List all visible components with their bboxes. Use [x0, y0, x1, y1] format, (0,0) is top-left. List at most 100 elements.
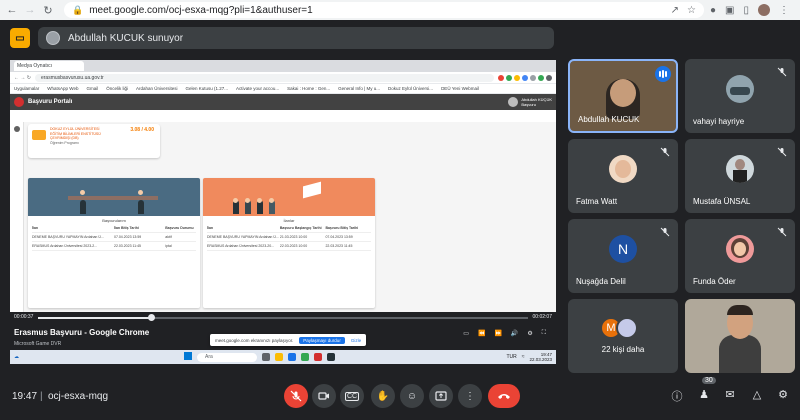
profile-avatar[interactable] — [758, 4, 771, 16]
stop-sharing-button[interactable]: Paylaşmayı durdur — [299, 336, 345, 344]
participant-tile[interactable]: Funda Öder — [685, 219, 795, 293]
participant-tile[interactable] — [685, 299, 795, 373]
chrome-icon[interactable] — [301, 353, 309, 361]
elapsed-time: 00:00:37 — [14, 314, 34, 320]
explorer-icon[interactable] — [275, 353, 283, 361]
more-vert-icon: ⋮ — [465, 390, 475, 402]
video-subtitle: Microsoft Game DVR — [14, 341, 62, 347]
captions-icon: CC — [344, 391, 360, 401]
end-call-icon — [498, 394, 510, 399]
user-icon — [13, 126, 20, 132]
participant-name: Mustafa ÜNSAL — [693, 197, 751, 206]
camera-toggle-button[interactable] — [312, 384, 336, 408]
app-icon[interactable] — [327, 353, 335, 361]
table-row[interactable]: DENEME BAŞVURU YAPMAYIN Ardahan Ü... 07.… — [32, 233, 196, 242]
forward-icon[interactable]: → — [24, 4, 36, 16]
windows-taskbar: ☁ Ara TUR ≈ 19:47 22.03.2023 — [10, 350, 556, 364]
inner-nav-icon: ← → ↻ — [14, 74, 31, 81]
settings-icon[interactable]: ⚙ — [527, 330, 532, 337]
more-participants-tile[interactable]: M 22 kişi daha — [568, 299, 678, 373]
participant-tile[interactable]: Mustafa ÜNSAL — [685, 139, 795, 213]
mic-off-icon — [777, 227, 787, 237]
fullscreen-icon[interactable]: ⛶ — [542, 330, 546, 337]
university-logo — [32, 130, 46, 140]
miniplayer-icon[interactable]: ▭ — [463, 330, 469, 337]
participant-tile[interactable]: N Nuşağda Delil — [568, 219, 678, 293]
portal-body: DOKUZ EYLÜL ÜNİVERSİTESİ EĞİTİM BİLİMLER… — [10, 122, 556, 342]
bookmark: Sakai : Home : Gen... — [287, 86, 331, 91]
table-row[interactable]: ERASMUS Ardahan Üniversitesi 2023-2... 2… — [32, 242, 196, 251]
lock-icon[interactable]: 🔒 — [72, 5, 83, 16]
bookmark: Uygulamalar — [14, 86, 40, 91]
reload-icon[interactable]: ↻ — [42, 4, 54, 17]
bookmark: Gmail — [86, 86, 99, 91]
rewind-icon[interactable]: ⏪ — [478, 330, 485, 337]
portal-user-avatar — [508, 97, 519, 107]
portal-title: Başvuru Portalı — [28, 99, 73, 105]
participant-tile[interactable]: vahayi hayriye — [685, 59, 795, 133]
table-header: İlan Başvuru Başlangıç Tarihi Başvuru Bi… — [207, 224, 371, 233]
hide-banner-button[interactable]: Gizle — [351, 338, 361, 343]
volume-icon[interactable]: 🔊 — [511, 330, 518, 337]
participant-tile[interactable]: Abdullah KUCUK — [568, 59, 678, 133]
portal-user: Abdullah KÜÇÜK Başvuru — [508, 97, 552, 107]
bookmark: Gelen Kutusu (1.27... — [185, 86, 229, 91]
meeting-details-icon[interactable]: ⓘ — [669, 388, 685, 404]
reactions-button[interactable]: ☺ — [400, 384, 424, 408]
more-options-button[interactable]: ⋮ — [458, 384, 482, 408]
camera-icon[interactable]: ● — [710, 5, 716, 16]
gpa-score: 3.08 / 4.00 — [130, 127, 154, 133]
taskbar-clock[interactable]: 19:47 22.03.2023 — [529, 352, 552, 362]
sidepanel-icon[interactable]: ▯ — [744, 5, 750, 16]
participant-avatar — [609, 155, 637, 183]
edge-icon[interactable] — [288, 353, 296, 361]
mic-off-icon — [290, 390, 302, 402]
back-icon[interactable]: ← — [6, 4, 18, 16]
portal-logo — [14, 97, 24, 107]
app-icon[interactable] — [314, 353, 322, 361]
leave-call-button[interactable] — [488, 384, 520, 408]
meeting-illustration — [28, 178, 200, 216]
browser-toolbar: ← → ↻ 🔒 meet.google.com/ocj-esxa-mqg?pli… — [0, 0, 800, 20]
wifi-icon[interactable]: ≈ — [522, 354, 525, 360]
table-row[interactable]: DENEME BAŞVURU YAPMAYIN Ardahan Ü... 21.… — [207, 233, 371, 242]
speaking-indicator-icon — [655, 66, 671, 82]
table-header: İlan İlan Bitiş Tarihi Başvuru Durumu — [32, 224, 196, 233]
chat-icon[interactable]: ✉ — [722, 388, 738, 401]
bookmark: Ardahan Üniversitesi — [135, 86, 178, 91]
table-row[interactable]: ERASMUS Ardahan Üniversitesi 2023-20... … — [207, 242, 371, 251]
extensions-icon[interactable]: ▣ — [725, 5, 734, 16]
taskbar-search[interactable]: Ara — [197, 352, 257, 362]
share-page-icon[interactable]: ↗ — [671, 5, 679, 16]
mic-off-icon — [777, 67, 787, 77]
bookmark: Activate your accou... — [236, 86, 280, 91]
forward-icon[interactable]: ⏩ — [494, 330, 501, 337]
participant-tile[interactable]: Fatma Watt — [568, 139, 678, 213]
presenter-text: Abdullah KUCUK sunuyor — [68, 32, 184, 44]
taskview-icon[interactable] — [262, 353, 270, 361]
raise-hand-button[interactable]: ✋ — [371, 384, 395, 408]
bookmark-star-icon[interactable]: ☆ — [687, 5, 696, 16]
announcements-title: İlanlar — [283, 218, 295, 223]
progress-knob[interactable] — [147, 314, 155, 321]
hand-icon: ✋ — [376, 390, 390, 402]
bookmark: Öncelik liği — [106, 86, 128, 91]
windows-start-icon[interactable] — [184, 352, 192, 362]
participant-avatar — [616, 317, 638, 339]
progress-bar[interactable] — [38, 314, 528, 321]
present-now-button[interactable] — [429, 384, 453, 408]
address-url[interactable]: meet.google.com/ocj-esxa-mqg?pli=1&authu… — [89, 5, 664, 16]
inner-address-row: ← → ↻ erasmusbasvurusu.ua.gov.tr — [10, 72, 556, 84]
activities-icon[interactable]: △ — [749, 388, 765, 401]
captions-button[interactable]: CC — [340, 384, 364, 408]
portal-header: Başvuru Portalı Abdullah KÜÇÜK Başvuru — [10, 94, 556, 110]
mic-toggle-button[interactable] — [284, 384, 308, 408]
address-bar[interactable]: 🔒 meet.google.com/ocj-esxa-mqg?pli=1&aut… — [64, 2, 704, 18]
host-controls-icon[interactable]: ⚙ — [775, 388, 791, 401]
presentation-icon[interactable]: ▭ — [10, 28, 30, 48]
cloud-icon[interactable]: ☁ — [14, 354, 19, 360]
language-indicator[interactable]: TUR — [506, 354, 516, 360]
menu-icon[interactable]: ⋮ — [779, 5, 789, 16]
people-icon[interactable]: ♟ — [696, 388, 712, 401]
video-title: Erasmus Başvuru - Google Chrome — [14, 328, 150, 337]
